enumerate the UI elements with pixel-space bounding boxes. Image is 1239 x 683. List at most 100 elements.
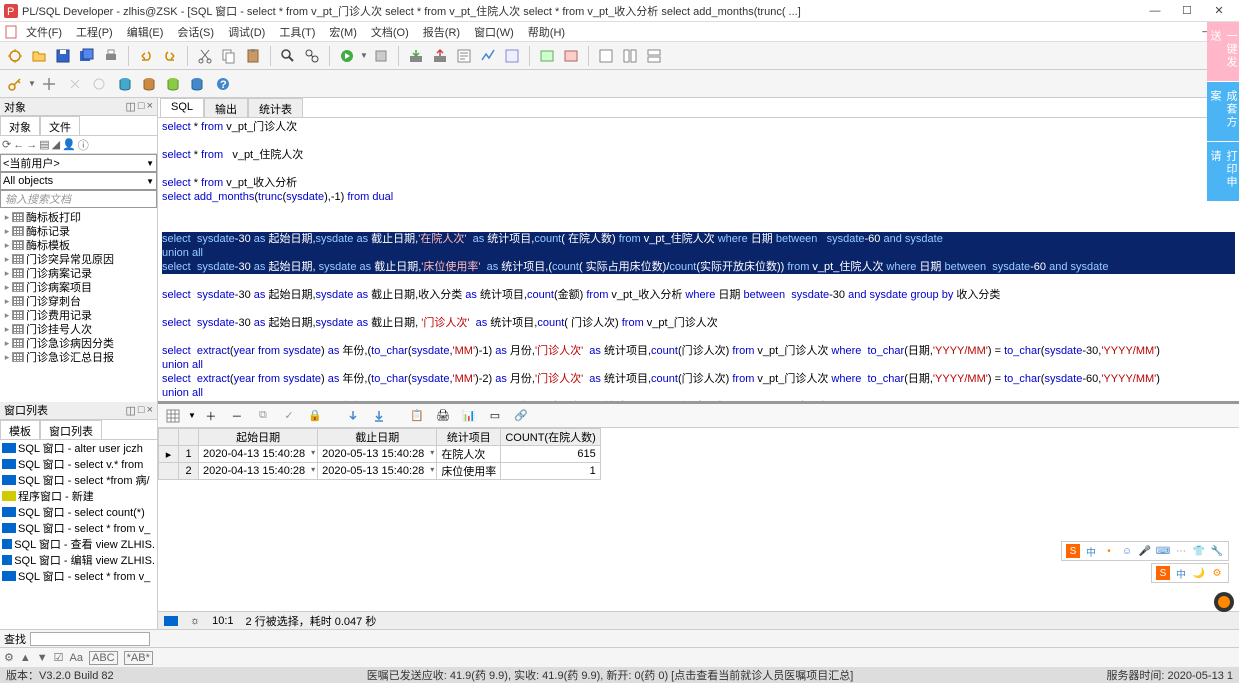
sql-editor[interactable]: select * from v_pt_门诊人次 select * from v_…	[158, 118, 1239, 401]
menu-document[interactable]: 文档(O)	[365, 22, 415, 42]
del-row-icon[interactable]: －	[226, 405, 248, 427]
menu-macro[interactable]: 宏(M)	[323, 22, 363, 42]
post-icon[interactable]: ✓	[278, 405, 300, 427]
ime-cn-icon[interactable]: 中	[1084, 544, 1098, 558]
opt-up[interactable]: ▲	[20, 652, 31, 664]
trace-icon[interactable]	[477, 45, 499, 67]
tree-node[interactable]: ▸酶标板打印	[2, 210, 155, 224]
db-icon[interactable]	[114, 73, 136, 95]
menu-tools[interactable]: 工具(T)	[273, 22, 321, 42]
tree-node[interactable]: ▸门诊挂号人次	[2, 322, 155, 336]
stop-icon[interactable]	[370, 45, 392, 67]
tree-node[interactable]: ▸门诊急诊病因分类	[2, 336, 155, 350]
ime-kb-icon[interactable]: ⌨	[1156, 544, 1170, 558]
grid-icon[interactable]	[162, 405, 184, 427]
tab-winlist[interactable]: 窗口列表	[40, 420, 102, 439]
fetch-icon[interactable]	[342, 405, 364, 427]
panel-close[interactable]: ×	[147, 100, 153, 113]
saveall-icon[interactable]	[76, 45, 98, 67]
redo-icon[interactable]	[159, 45, 181, 67]
refresh-icon[interactable]: ⟳	[2, 138, 11, 151]
replace-icon[interactable]	[301, 45, 323, 67]
cut-icon[interactable]	[194, 45, 216, 67]
open-icon[interactable]	[28, 45, 50, 67]
paste-icon[interactable]	[242, 45, 264, 67]
tree-node[interactable]: ▸门诊急诊汇总日报	[2, 350, 155, 364]
ime-mic-icon[interactable]: 🎤	[1138, 544, 1152, 558]
winlist-item[interactable]: SQL 窗口 - select count(*)	[0, 504, 157, 520]
tree-node[interactable]: ▸门诊病案记录	[2, 266, 155, 280]
ribbon-print[interactable]: 打印申请	[1207, 142, 1239, 202]
tab-template[interactable]: 模板	[0, 420, 40, 439]
winlist-item[interactable]: SQL 窗口 - select * from v_	[0, 520, 157, 536]
tb-extra2[interactable]	[536, 45, 558, 67]
rollback-icon[interactable]	[429, 45, 451, 67]
new-icon[interactable]	[4, 45, 26, 67]
single-rec-icon[interactable]: ▭	[484, 405, 506, 427]
ribbon-send[interactable]: 一键发送	[1207, 22, 1239, 82]
user-combo[interactable]: <当前用户>▼	[0, 154, 157, 172]
tb-win1[interactable]	[595, 45, 617, 67]
info-icon[interactable]: ⓘ	[78, 137, 89, 153]
tab-sql[interactable]: SQL	[160, 98, 204, 117]
winlist-item[interactable]: SQL 窗口 - 编辑 view ZLHIS.	[0, 552, 157, 568]
menu-window[interactable]: 窗口(W)	[468, 22, 520, 42]
ime-emoji-icon[interactable]: ☺	[1120, 544, 1134, 558]
undo-icon[interactable]	[135, 45, 157, 67]
maximize-button[interactable]: ☐	[1171, 1, 1203, 21]
tb-extra3[interactable]	[560, 45, 582, 67]
winlist-item[interactable]: SQL 窗口 - select * from v_	[0, 568, 157, 584]
menu-help[interactable]: 帮助(H)	[522, 22, 571, 42]
ime2-gear[interactable]: ⚙	[1210, 566, 1224, 580]
tab-files[interactable]: 文件	[40, 116, 80, 135]
copy-icon[interactable]	[218, 45, 240, 67]
tb-win3[interactable]	[643, 45, 665, 67]
ime-bar-1[interactable]: S 中 • ☺ 🎤 ⌨ ⋯ 👕 🔧	[1061, 541, 1229, 561]
menu-file[interactable]: 文件(F)	[20, 22, 68, 42]
ime-bar-2[interactable]: S 中 🌙 ⚙	[1151, 563, 1229, 583]
bottom-center[interactable]: 医嘱已发送应收: 41.9(药 9.9), 实收: 41.9(药 9.9), 新…	[114, 667, 1107, 683]
menu-debug[interactable]: 调试(D)	[222, 22, 271, 42]
tb2-btn2[interactable]	[64, 73, 86, 95]
print-icon[interactable]	[100, 45, 122, 67]
object-tree[interactable]: ▸酶标板打印▸酶标记录▸酶标模板▸门诊突异常见原因▸门诊病案记录▸门诊病案项目▸…	[0, 208, 157, 402]
ime2-moon[interactable]: 🌙	[1192, 566, 1206, 580]
print-grid-icon[interactable]: 🖨	[432, 405, 454, 427]
link-icon[interactable]: 🔗	[510, 405, 532, 427]
search-field[interactable]	[30, 632, 150, 646]
db2-icon[interactable]	[138, 73, 160, 95]
commit-icon[interactable]	[405, 45, 427, 67]
tree-node[interactable]: ▸门诊病案项目	[2, 280, 155, 294]
tree-node[interactable]: ▸酶标模板	[2, 238, 155, 252]
winlist-item[interactable]: SQL 窗口 - alter user jczh	[0, 440, 157, 456]
tree-node[interactable]: ▸门诊费用记录	[2, 308, 155, 322]
tab-objects[interactable]: 对象	[0, 116, 40, 135]
winlist-item[interactable]: SQL 窗口 - 查看 view ZLHIS.	[0, 536, 157, 552]
save-icon[interactable]	[52, 45, 74, 67]
close-button[interactable]: ✕	[1203, 1, 1235, 21]
opt-icon[interactable]: ⚙	[4, 651, 14, 664]
winlist-item[interactable]: SQL 窗口 - select v.* from	[0, 456, 157, 472]
tree-node[interactable]: ▸门诊穿刺台	[2, 294, 155, 308]
chart-icon[interactable]: 📊	[458, 405, 480, 427]
menu-project[interactable]: 工程(P)	[70, 22, 119, 42]
tree-node[interactable]: ▸门诊突异常见原因	[2, 252, 155, 266]
panel-max[interactable]: □	[138, 100, 145, 113]
opt-down[interactable]: ▼	[37, 652, 48, 664]
explain-icon[interactable]	[453, 45, 475, 67]
ime-skin-icon[interactable]: 👕	[1192, 544, 1206, 558]
nav-back-icon[interactable]: ←	[13, 139, 24, 151]
menu-session[interactable]: 会话(S)	[171, 22, 220, 42]
results-grid[interactable]: 起始日期截止日期统计项目COUNT(在院人数)▸12020-04-13 15:4…	[158, 428, 601, 480]
opt-case[interactable]: Aa	[70, 652, 83, 664]
opt-whole[interactable]: ☑	[54, 651, 64, 664]
panel-pin[interactable]: ◫	[126, 100, 136, 113]
tb-win2[interactable]	[619, 45, 641, 67]
user-icon[interactable]: 👤	[62, 138, 76, 151]
add-row-icon[interactable]: ＋	[200, 405, 222, 427]
tb2-btn1[interactable]	[38, 73, 60, 95]
dup-row-icon[interactable]: ⧉	[252, 405, 274, 427]
menu-report[interactable]: 报告(R)	[417, 22, 466, 42]
key-icon[interactable]	[4, 73, 26, 95]
ime-float-icon[interactable]	[1213, 591, 1235, 613]
